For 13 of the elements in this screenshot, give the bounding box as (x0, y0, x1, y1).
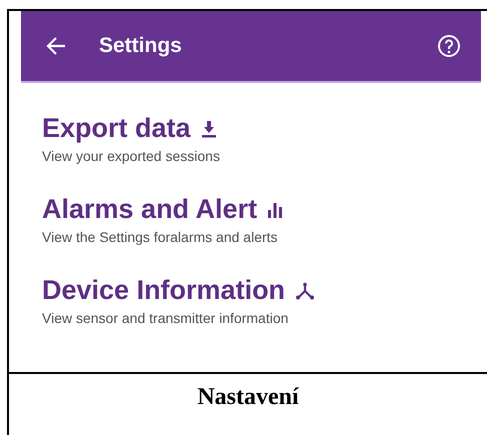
settings-item-subtitle: View your exported sessions (42, 148, 221, 164)
settings-item-subtitle: View the Settings foralarms and alerts (42, 229, 279, 245)
caption: Nastavení (197, 384, 299, 412)
bar-chart-icon (267, 202, 284, 218)
back-arrow-icon[interactable] (45, 35, 67, 57)
settings-item-title[interactable]: Export data (42, 113, 191, 144)
settings-item-subtitle: View sensor and transmitter information (42, 310, 290, 326)
download-icon (200, 120, 217, 138)
settings-item-title[interactable]: Device Information (42, 275, 286, 306)
screen-title: Settings (99, 34, 183, 58)
settings-item-title[interactable]: Alarms and Alert (42, 194, 258, 225)
network-icon (295, 282, 316, 300)
help-icon[interactable] (437, 34, 461, 58)
